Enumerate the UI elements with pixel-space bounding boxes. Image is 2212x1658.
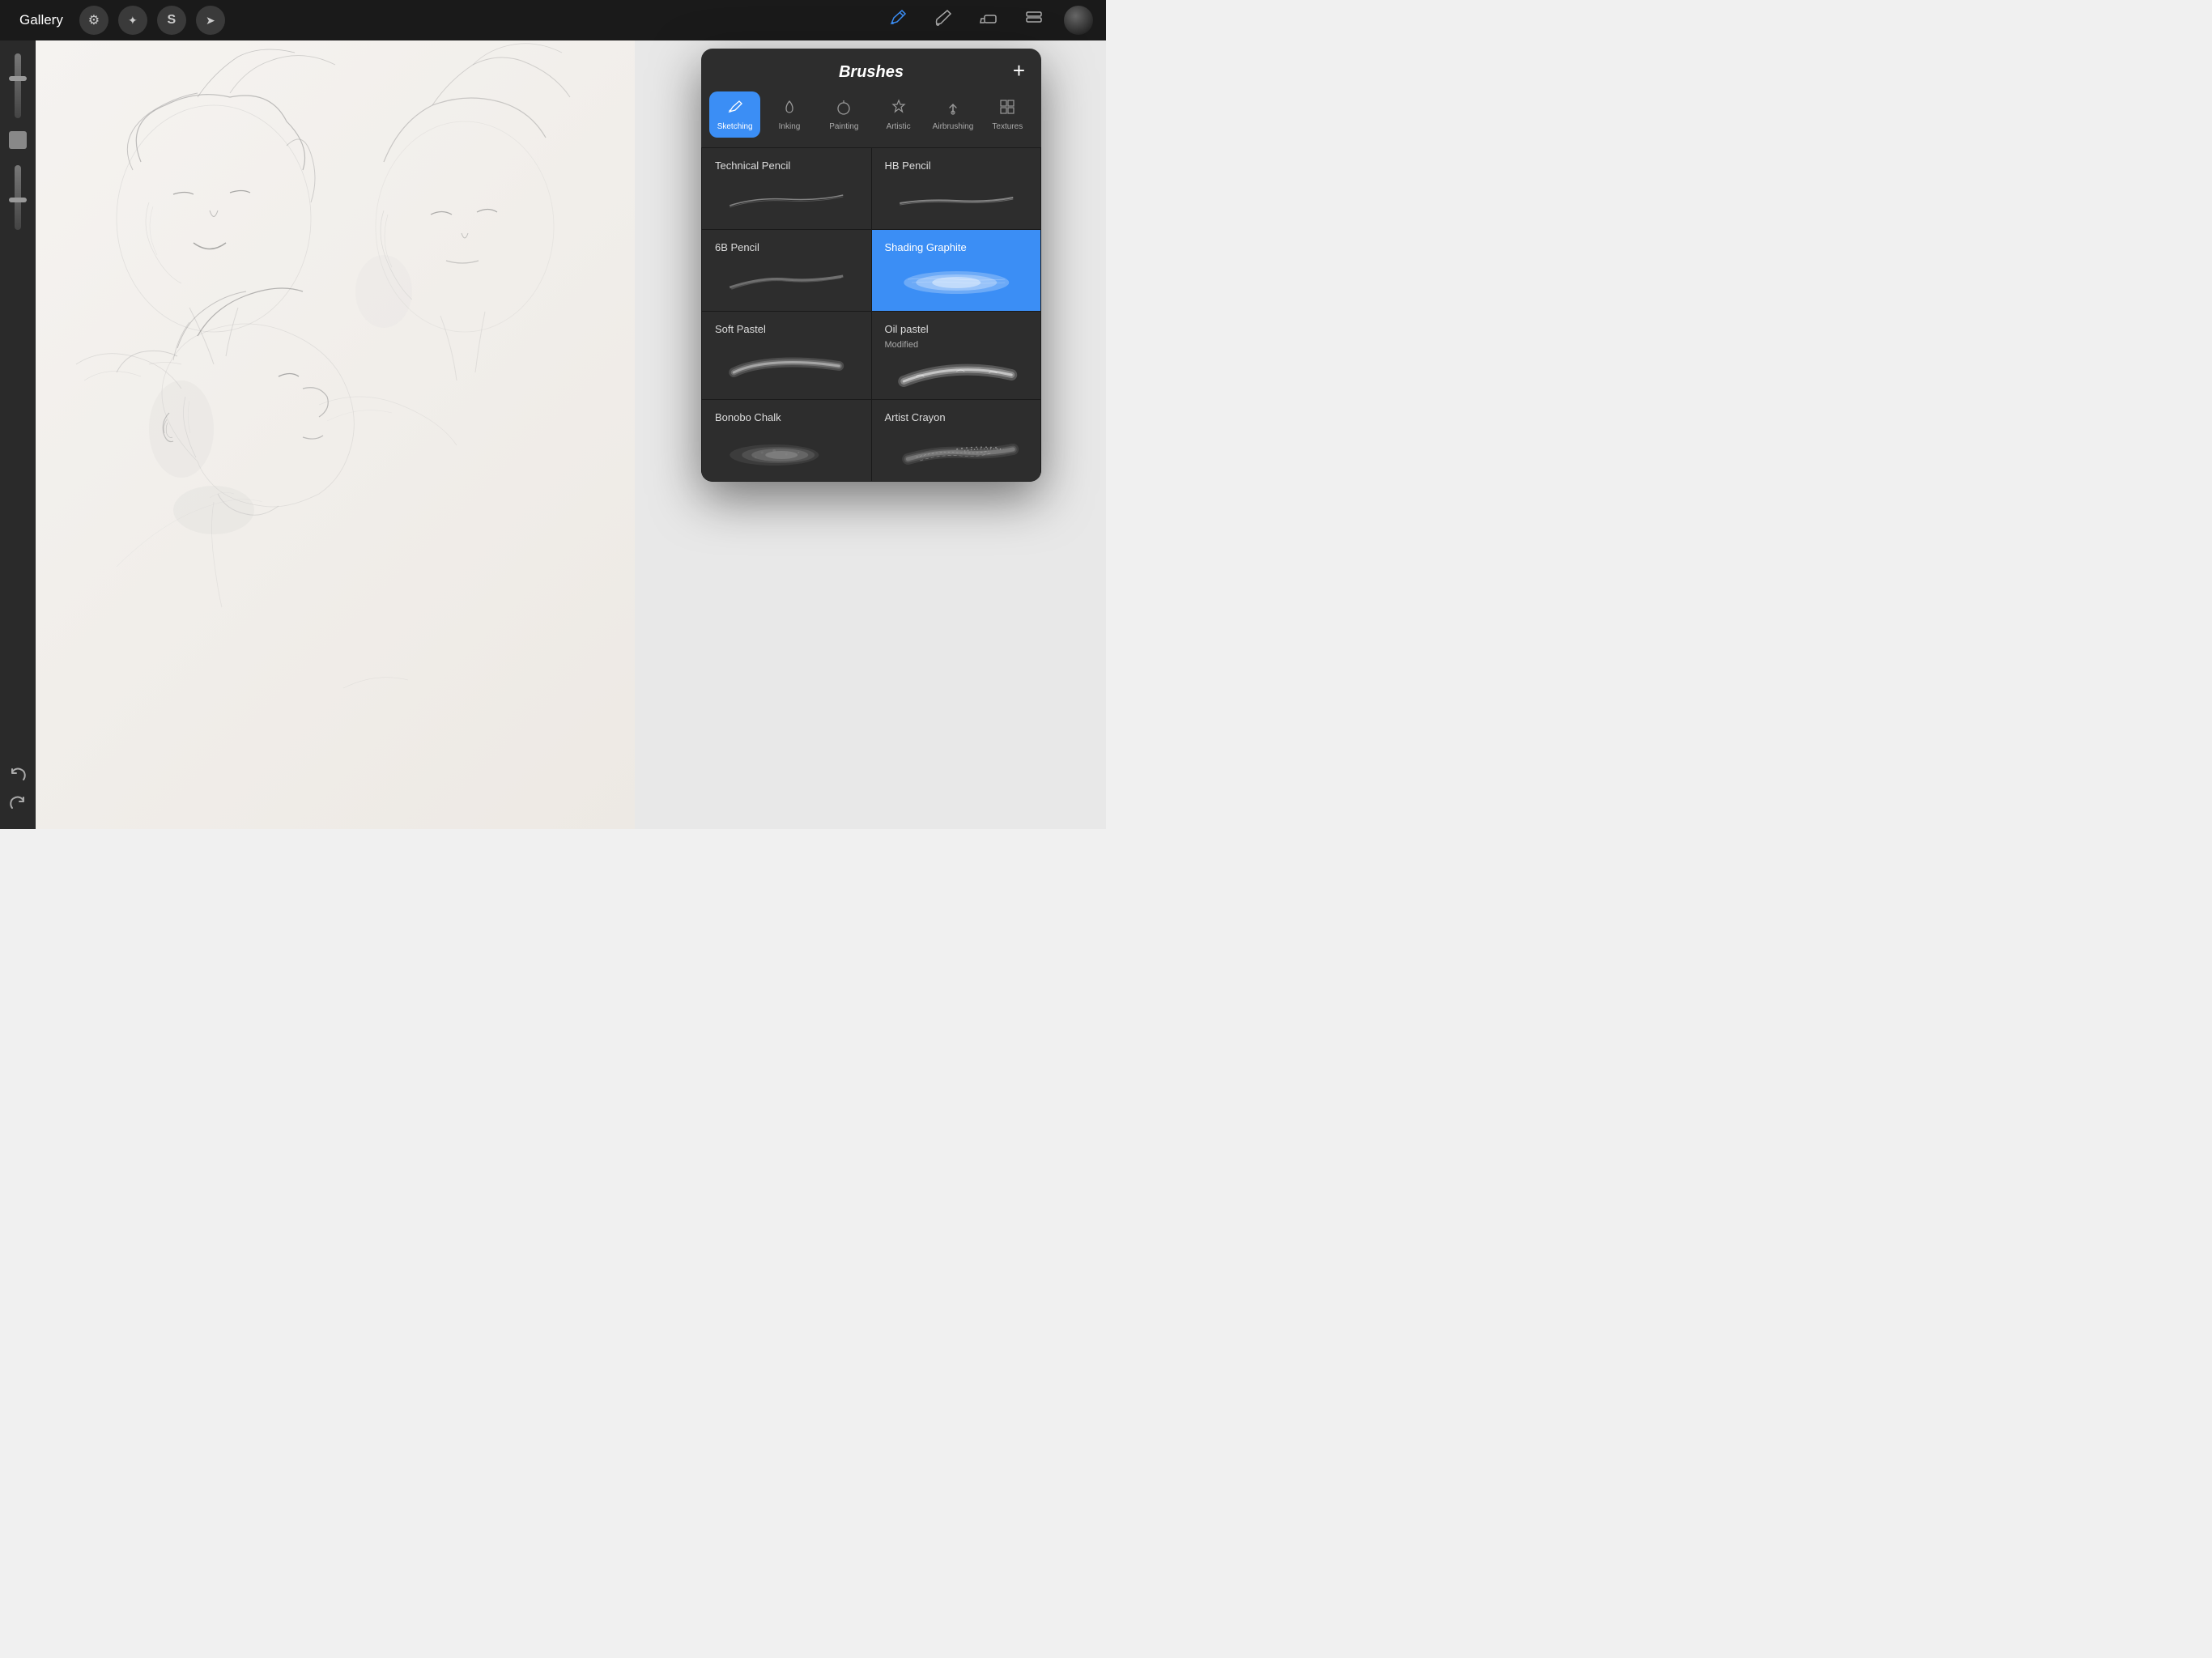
- smudge-letter-icon: S: [168, 13, 177, 28]
- tab-sketching-label: Sketching: [717, 122, 753, 131]
- textures-icon: [998, 98, 1016, 118]
- sketch-artwork: [36, 40, 635, 829]
- avatar[interactable]: [1064, 6, 1093, 35]
- 6b-pencil-stroke: [715, 258, 858, 303]
- brush-name: Shading Graphite: [885, 241, 1028, 253]
- size-slider[interactable]: [15, 53, 21, 118]
- pencil-tool-button[interactable]: [883, 5, 913, 36]
- opacity-slider[interactable]: [15, 165, 21, 230]
- brush-bonobo-chalk[interactable]: Bonobo Chalk: [702, 400, 871, 481]
- gallery-button[interactable]: Gallery: [13, 9, 70, 32]
- hb-pencil-stroke: [885, 176, 1028, 221]
- brush-6b-pencil[interactable]: 6B Pencil: [702, 230, 871, 311]
- tab-textures[interactable]: Textures: [982, 91, 1033, 138]
- brushes-panel: Brushes + Sketching Inking: [701, 49, 1041, 482]
- wrench-icon: ⚙: [88, 12, 100, 28]
- layers-icon: [1023, 7, 1044, 33]
- tab-inking[interactable]: Inking: [764, 91, 815, 138]
- technical-pencil-stroke: [715, 176, 858, 221]
- eraser-icon: [978, 7, 999, 33]
- transform-icon: ➤: [206, 14, 215, 28]
- adjust-icon: ✦: [128, 14, 138, 28]
- tab-painting-label: Painting: [829, 122, 858, 131]
- brush-hb-pencil[interactable]: HB Pencil: [872, 148, 1041, 229]
- brush-sub-modified: Modified: [885, 340, 1028, 350]
- brush-technical-pencil[interactable]: Technical Pencil: [702, 148, 871, 229]
- painting-icon: [835, 98, 853, 118]
- transform-button[interactable]: ➤: [196, 6, 225, 35]
- layers-button[interactable]: [1019, 5, 1049, 36]
- oil-pastel-stroke: [885, 355, 1028, 391]
- smudge-letter-button[interactable]: S: [157, 6, 186, 35]
- panel-title: Brushes: [839, 63, 904, 82]
- adjust-button[interactable]: ✦: [118, 6, 147, 35]
- brush-name: 6B Pencil: [715, 241, 858, 253]
- brush-oil-pastel[interactable]: Oil pastel Modified: [872, 312, 1041, 399]
- tab-textures-label: Textures: [992, 122, 1023, 131]
- redo-button[interactable]: [9, 794, 27, 816]
- brush-name: Soft Pastel: [715, 323, 858, 335]
- tab-painting[interactable]: Painting: [819, 91, 870, 138]
- brush-name: HB Pencil: [885, 159, 1028, 172]
- brush-name: Technical Pencil: [715, 159, 858, 172]
- brush-soft-pastel[interactable]: Soft Pastel: [702, 312, 871, 399]
- brush-name: Artist Crayon: [885, 411, 1028, 423]
- toolbar-right: [883, 5, 1093, 36]
- brush-grid: Technical Pencil HB Pencil 6B Pencil: [701, 147, 1041, 482]
- soft-pastel-stroke: [715, 340, 858, 391]
- size-slider-container: [0, 53, 36, 118]
- brush-shading-graphite[interactable]: Shading Graphite: [872, 230, 1041, 311]
- artist-crayon-stroke: [885, 428, 1028, 473]
- color-swatch[interactable]: [9, 131, 27, 149]
- undo-button[interactable]: [9, 766, 27, 788]
- artistic-icon: [890, 98, 908, 118]
- left-sidebar: [0, 40, 36, 829]
- tab-airbrushing-label: Airbrushing: [933, 122, 974, 131]
- tab-sketching[interactable]: Sketching: [709, 91, 760, 138]
- toolbar: Gallery ⚙ ✦ S ➤: [0, 0, 1106, 40]
- pencil-icon: [887, 7, 908, 33]
- panel-header: Brushes +: [701, 49, 1041, 91]
- toolbar-left: Gallery ⚙ ✦ S ➤: [13, 6, 225, 35]
- add-brush-button[interactable]: +: [1013, 60, 1025, 81]
- tab-artistic-label: Artistic: [887, 122, 911, 131]
- opacity-slider-container: [0, 165, 36, 230]
- eraser-tool-button[interactable]: [973, 5, 1004, 36]
- wrench-button[interactable]: ⚙: [79, 6, 108, 35]
- tab-artistic[interactable]: Artistic: [873, 91, 924, 138]
- category-tabs: Sketching Inking Painting: [701, 91, 1041, 147]
- bonobo-chalk-stroke: [715, 428, 858, 473]
- shading-graphite-stroke: [885, 258, 1028, 303]
- smudge-tool-button[interactable]: [928, 5, 959, 36]
- brush-icon: [933, 7, 954, 33]
- inking-icon: [781, 98, 798, 118]
- sketching-icon: [726, 98, 744, 118]
- tab-inking-label: Inking: [779, 122, 801, 131]
- brush-artist-crayon[interactable]: Artist Crayon: [872, 400, 1041, 481]
- brush-name: Oil pastel: [885, 323, 1028, 335]
- tab-airbrushing[interactable]: Airbrushing: [927, 91, 978, 138]
- brush-name: Bonobo Chalk: [715, 411, 858, 423]
- airbrushing-icon: [944, 98, 962, 118]
